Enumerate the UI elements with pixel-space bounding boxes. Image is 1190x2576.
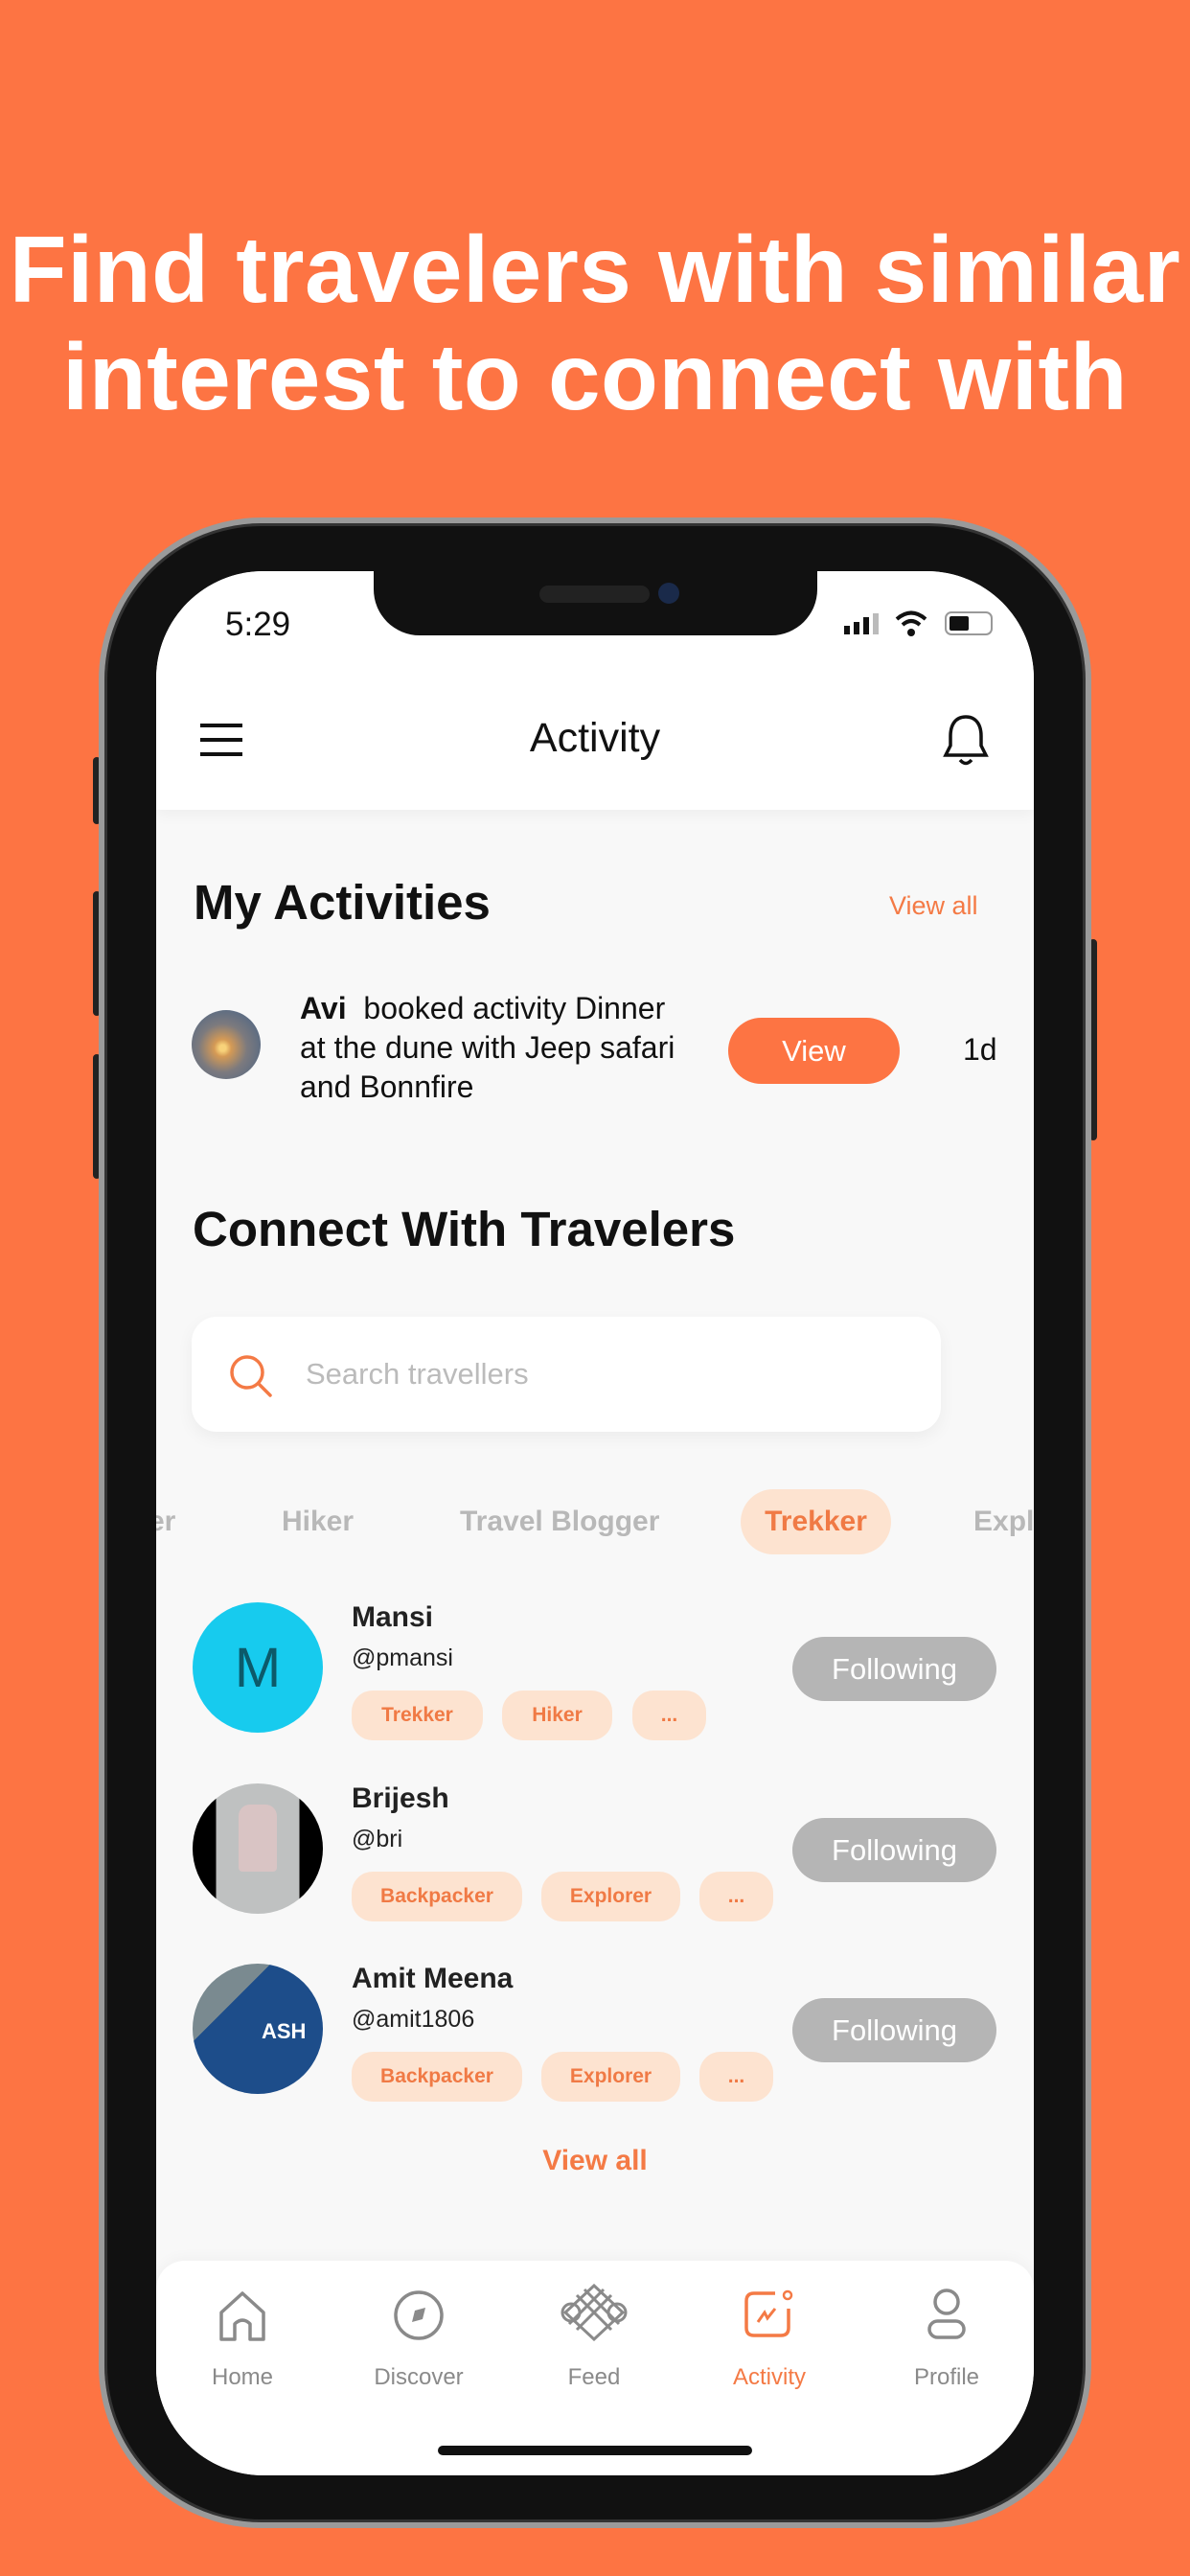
filter-chip-trekker-active[interactable]: Trekker [741, 1489, 891, 1554]
search-input[interactable]: Search travellers [192, 1317, 941, 1432]
activity-text-line: and Bonnfire [300, 1070, 474, 1104]
page-title: Activity [529, 715, 661, 761]
connect-title: Connect With Travelers [193, 1202, 736, 1256]
user-name[interactable]: Mansi [352, 1601, 433, 1634]
phone-screen: Activity 5:29 My Activities View all Avi… [156, 571, 1034, 2475]
nav-label: Activity [732, 2364, 806, 2390]
user-tag-more[interactable]: ... [699, 2052, 773, 2102]
user-row: M Mansi @pmansi Trekker Hiker ... Follow… [156, 1601, 1034, 1745]
user-handle: @pmansi [352, 1644, 453, 1671]
user-tag: Explorer [541, 1872, 680, 1921]
headline-line-1: Find travelers with similar [9, 217, 1181, 322]
user-handle: @bri [352, 1826, 403, 1852]
knot-icon [561, 2284, 628, 2341]
avatar[interactable] [193, 1783, 323, 1914]
user-tag-more[interactable]: ... [632, 1690, 706, 1740]
headline: Find travelers with similar interest to … [0, 216, 1190, 430]
my-activities-title: My Activities [194, 875, 491, 930]
nav-feed[interactable]: Feed [508, 2261, 680, 2414]
user-tag: Trekker [352, 1690, 483, 1740]
headline-line-2: interest to connect with [62, 324, 1128, 429]
nav-label: Home [211, 2364, 274, 2390]
filter-chip-explorer[interactable]: Expl [973, 1506, 1034, 1538]
nav-profile[interactable]: Profile [860, 2261, 1033, 2414]
home-icon [219, 2291, 265, 2341]
activity-text-line: booked activity Dinner [363, 991, 666, 1025]
user-tag: Backpacker [352, 2052, 522, 2102]
user-handle: @amit1806 [352, 2006, 475, 2033]
nav-activity-active[interactable]: Activity [683, 2261, 856, 2414]
avatar[interactable]: ASH [193, 1964, 323, 2094]
user-icon [927, 2288, 966, 2339]
my-activities-view-all[interactable]: View all [889, 891, 978, 921]
wifi-icon [895, 610, 927, 636]
activity-time: 1d [963, 1032, 997, 1067]
nav-discover[interactable]: Discover [332, 2261, 505, 2414]
nav-label: Profile [913, 2364, 980, 2390]
activity-avatar[interactable] [192, 1010, 261, 1079]
notch [374, 571, 817, 635]
activity-user[interactable]: Avi [300, 991, 347, 1025]
signal-icon [844, 613, 879, 634]
nav-label: Discover [374, 2364, 464, 2390]
following-button[interactable]: Following [792, 1637, 996, 1701]
filter-chip-travel-blogger[interactable]: Travel Blogger [460, 1506, 659, 1538]
user-tag-more[interactable]: ... [699, 1872, 773, 1921]
user-name[interactable]: Brijesh [352, 1782, 449, 1815]
user-row: Brijesh @bri Backpacker Explorer ... Fol… [156, 1782, 1034, 1926]
activity-text-line: at the dune with Jeep safari [300, 1030, 675, 1065]
search-icon [230, 1355, 272, 1397]
user-name[interactable]: Amit Meena [352, 1963, 513, 1995]
user-row: ASH Amit Meena @amit1806 Backpacker Expl… [156, 1963, 1034, 2106]
search-placeholder: Search travellers [306, 1357, 529, 1391]
nav-home[interactable]: Home [156, 2261, 329, 2414]
filter-chip-hiker[interactable]: Hiker [282, 1506, 354, 1538]
filter-chip[interactable]: er [156, 1506, 175, 1538]
nav-label: Feed [567, 2364, 621, 2390]
battery-icon [945, 611, 993, 635]
avatar[interactable]: M [193, 1602, 323, 1733]
following-button[interactable]: Following [792, 1818, 996, 1882]
home-indicator[interactable] [438, 2446, 752, 2455]
activity-view-button[interactable]: View [728, 1018, 900, 1084]
bell-icon[interactable] [942, 713, 990, 769]
connect-view-all[interactable]: View all [156, 2145, 1034, 2177]
user-tag: Backpacker [352, 1872, 522, 1921]
activity-chart-icon [744, 2289, 793, 2337]
bottom-nav: Home Discover Feed Activity Profile [156, 2261, 1034, 2475]
user-tag: Hiker [502, 1690, 612, 1740]
user-tag: Explorer [541, 2052, 680, 2102]
following-button[interactable]: Following [792, 1998, 996, 2062]
status-time: 5:29 [225, 606, 291, 643]
compass-icon [394, 2290, 444, 2340]
activity-text: Avi booked activity Dinner at the dune w… [300, 989, 675, 1107]
